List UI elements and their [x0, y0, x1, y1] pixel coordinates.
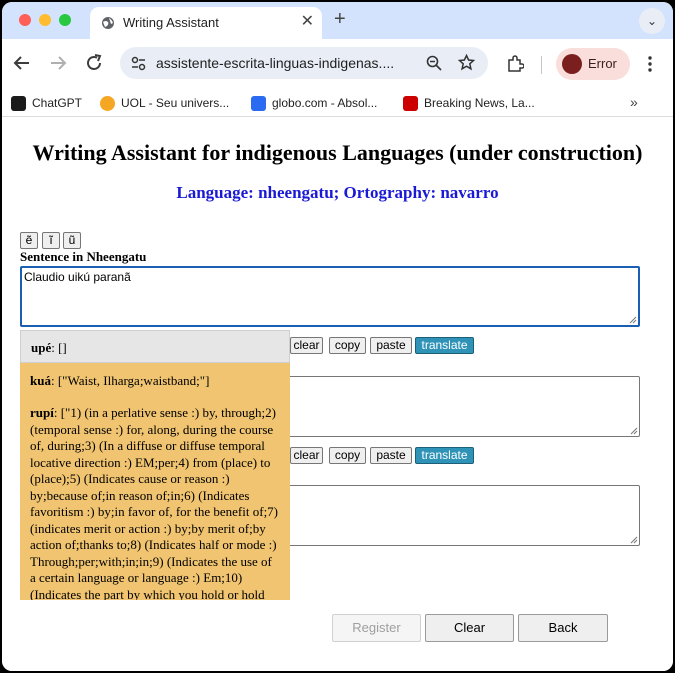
sentence-text: Claudio uikú paranã	[24, 270, 131, 284]
suggestion-gloss: : ["Waist, Ilharga;waistband;"]	[50, 373, 210, 388]
resize-grip-icon[interactable]	[630, 536, 638, 544]
suggestion-item[interactable]: upé: []	[20, 330, 290, 363]
close-tab-icon[interactable]: ✕	[301, 13, 314, 31]
tab-search-button[interactable]: ⌄	[639, 8, 665, 34]
bookmarks-bar: ChatGPT UOL - Seu univers... globo.com -…	[2, 89, 673, 117]
char-button-e-tilde[interactable]: ẽ	[20, 232, 38, 249]
suggestion-word: rupí	[30, 405, 54, 420]
translate-button-2[interactable]: translate	[415, 447, 474, 464]
avatar	[562, 54, 582, 74]
register-button[interactable]: Register	[332, 614, 421, 642]
zoom-icon[interactable]	[426, 55, 442, 71]
page-content: Writing Assistant for indigenous Languag…	[2, 118, 673, 671]
suggestion-dropdown[interactable]: upé: [] kuá: ["Waist, Ilharga;waistband;…	[20, 330, 290, 600]
cnn-icon	[403, 96, 418, 111]
address-bar[interactable]: assistente-escrita-linguas-indigenas....	[120, 47, 488, 79]
forward-arrow-icon[interactable]	[46, 51, 70, 75]
translate-button-1[interactable]: translate	[415, 337, 474, 354]
minimize-window-button[interactable]	[39, 14, 51, 26]
more-menu-icon[interactable]	[646, 55, 654, 73]
chatgpt-icon	[11, 96, 26, 111]
bookmark-label: ChatGPT	[32, 96, 83, 110]
clear-button-2[interactable]: clear	[290, 447, 323, 464]
language-subtitle: Language: nheengatu; Ortography: navarro	[176, 183, 499, 202]
resize-grip-icon[interactable]	[630, 427, 638, 435]
page-title: Writing Assistant for indigenous Languag…	[32, 140, 643, 165]
suggestion-gloss: : []	[51, 340, 67, 355]
sentence-input[interactable]: Claudio uikú paranã	[20, 266, 640, 327]
bookmark-label: globo.com - Absol...	[272, 96, 378, 110]
globe-icon	[102, 17, 114, 29]
toolbar-divider	[541, 56, 542, 74]
suggestion-word: upé	[31, 340, 52, 355]
tab-title: Writing Assistant	[123, 15, 219, 30]
back-arrow-icon[interactable]	[10, 51, 34, 75]
copy-button-2[interactable]: copy	[329, 447, 366, 464]
new-tab-button[interactable]: +	[334, 9, 346, 29]
browser-toolbar: assistente-escrita-linguas-indigenas....…	[2, 39, 673, 89]
zoom-window-button[interactable]	[59, 14, 71, 26]
close-window-button[interactable]	[19, 14, 31, 26]
browser-tab[interactable]: Writing Assistant ✕	[90, 7, 322, 39]
sentence-label: Sentence in Nheengatu	[20, 249, 147, 264]
tab-strip: Writing Assistant ✕ + ⌄	[2, 2, 673, 39]
url-text[interactable]: assistente-escrita-linguas-indigenas....	[156, 55, 416, 71]
clear-button-1[interactable]: clear	[290, 337, 323, 354]
extensions-icon[interactable]	[506, 55, 524, 73]
suggestion-item[interactable]: kuá: ["Waist, Ilharga;waistband;"]	[20, 363, 290, 389]
suggestion-word: kuá	[30, 373, 51, 388]
copy-button-1[interactable]: copy	[329, 337, 366, 354]
clear-all-button[interactable]: Clear	[425, 614, 514, 642]
more-bookmarks-icon[interactable]: »	[630, 94, 638, 110]
browser-window: Writing Assistant ✕ + ⌄ assistente-escri…	[2, 2, 673, 671]
bookmark-star-icon[interactable]	[458, 54, 475, 71]
paste-button-2[interactable]: paste	[370, 447, 412, 464]
back-button[interactable]: Back	[518, 614, 608, 642]
suggestion-gloss: : ["1) (in a perlative sense :) by, thro…	[30, 405, 279, 600]
char-button-i-tilde[interactable]: ĩ	[42, 232, 60, 249]
profile-status-label: Error	[588, 56, 617, 71]
reload-icon[interactable]	[82, 51, 106, 75]
uol-icon	[100, 96, 115, 111]
globo-icon	[251, 96, 266, 111]
bookmark-label: Breaking News, La...	[424, 96, 535, 110]
char-button-u-tilde[interactable]: ũ	[63, 232, 81, 249]
resize-grip-icon[interactable]	[629, 316, 637, 324]
profile-button[interactable]: Error	[556, 48, 630, 80]
suggestion-item[interactable]: rupí: ["1) (in a perlative sense :) by, …	[20, 389, 290, 600]
site-settings-icon[interactable]	[131, 56, 146, 71]
bookmark-label: UOL - Seu univers...	[121, 96, 230, 110]
paste-button-1[interactable]: paste	[370, 337, 412, 354]
